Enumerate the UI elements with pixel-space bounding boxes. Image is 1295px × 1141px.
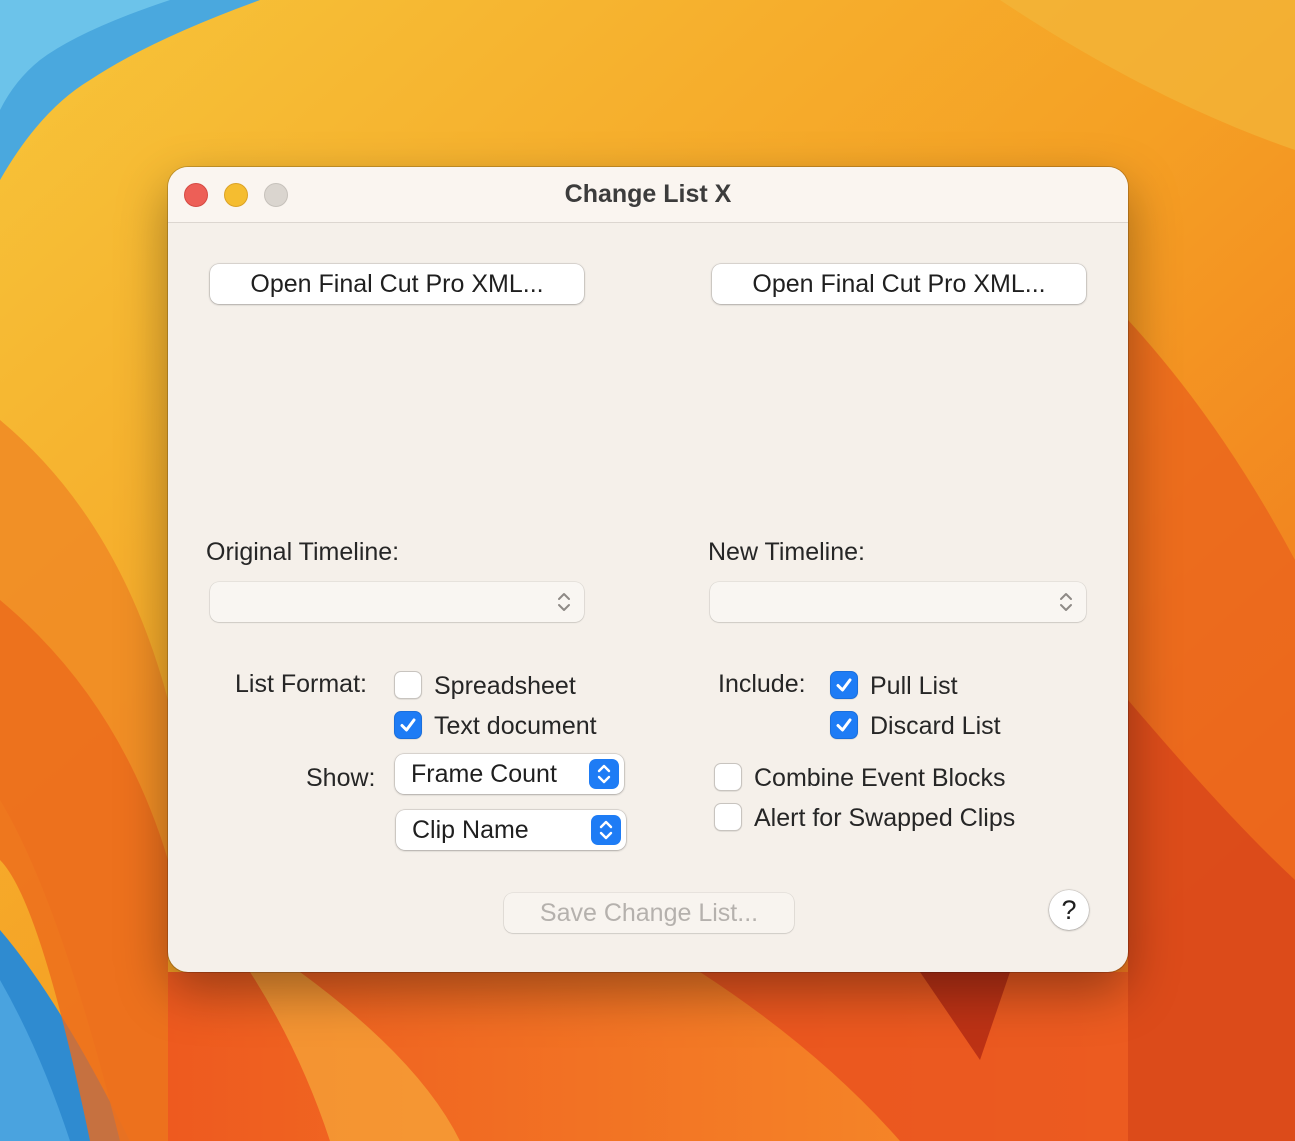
combine-event-blocks-checkbox[interactable] [714, 763, 742, 791]
text-document-checkbox[interactable] [394, 711, 422, 739]
discard-list-label[interactable]: Discard List [870, 711, 1001, 741]
stepper-icon [589, 759, 619, 789]
pull-list-checkbox[interactable] [830, 671, 858, 699]
checkmark-icon [836, 718, 852, 732]
show-secondary-popup[interactable]: Clip Name [396, 810, 626, 850]
original-timeline-popup[interactable] [210, 582, 584, 622]
open-new-xml-button[interactable]: Open Final Cut Pro XML... [712, 264, 1086, 304]
discard-list-checkbox[interactable] [830, 711, 858, 739]
text-document-label[interactable]: Text document [434, 711, 597, 741]
show-primary-value: Frame Count [411, 760, 557, 788]
checkmark-icon [400, 718, 416, 732]
show-label: Show: [306, 764, 376, 792]
pull-list-label[interactable]: Pull List [870, 671, 958, 701]
title-bar[interactable]: Change List X [168, 167, 1128, 223]
list-format-label: List Format: [235, 670, 367, 698]
new-timeline-popup[interactable] [710, 582, 1086, 622]
show-primary-popup[interactable]: Frame Count [395, 754, 624, 794]
alert-swapped-clips-label[interactable]: Alert for Swapped Clips [754, 803, 1015, 833]
stepper-icon [591, 815, 621, 845]
spreadsheet-label[interactable]: Spreadsheet [434, 671, 576, 701]
help-button[interactable]: ? [1049, 890, 1089, 930]
checkmark-icon [836, 678, 852, 692]
combine-event-blocks-label[interactable]: Combine Event Blocks [754, 763, 1006, 793]
main-window: Change List X Open Final Cut Pro XML... … [168, 167, 1128, 972]
window-title: Change List X [564, 180, 732, 208]
alert-swapped-clips-checkbox[interactable] [714, 803, 742, 831]
save-change-list-button[interactable]: Save Change List... [504, 893, 794, 933]
open-original-xml-button[interactable]: Open Final Cut Pro XML... [210, 264, 584, 304]
chevron-up-down-icon [558, 593, 570, 611]
original-timeline-label: Original Timeline: [206, 538, 400, 566]
include-label: Include: [718, 670, 806, 698]
spreadsheet-checkbox[interactable] [394, 671, 422, 699]
chevron-up-down-icon [1060, 593, 1072, 611]
new-timeline-label: New Timeline: [708, 538, 865, 566]
show-secondary-value: Clip Name [412, 816, 529, 844]
